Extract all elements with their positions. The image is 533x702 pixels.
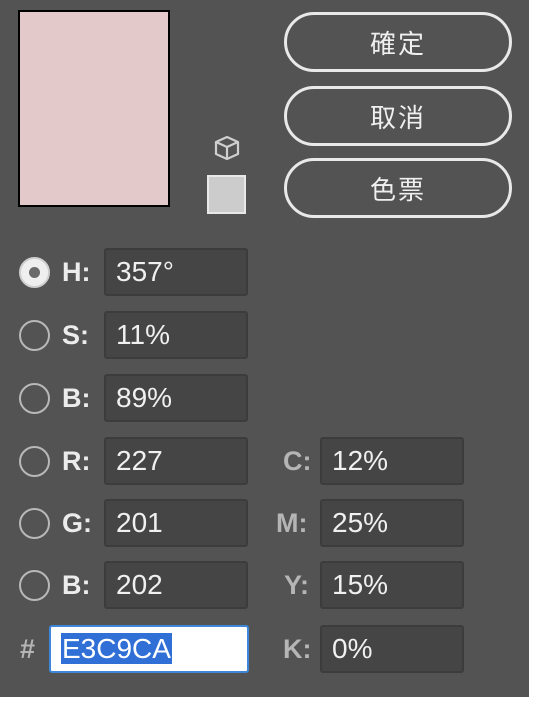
cyan-label: C:	[283, 446, 312, 476]
hue-label: H:	[62, 257, 91, 287]
yellow-input[interactable]: 15%	[320, 561, 464, 609]
cyan-input[interactable]: 12%	[320, 437, 464, 485]
cancel-button[interactable]: 取消	[284, 86, 512, 146]
magenta-label: M:	[276, 508, 308, 538]
ok-button[interactable]: 確定	[284, 12, 512, 72]
current-color-swatch	[18, 10, 170, 207]
yellow-label: Y:	[284, 570, 309, 600]
black-input[interactable]: 0%	[320, 625, 464, 673]
red-radio[interactable]	[19, 446, 50, 477]
red-label: R:	[62, 446, 91, 476]
saturation-label: S:	[62, 320, 89, 350]
color-picker-panel: 確定 取消 色票 H: 357° S: 11% B: 89% R: 227 G:…	[0, 0, 529, 697]
brightness-input[interactable]: 89%	[104, 374, 248, 422]
green-label: G:	[62, 508, 92, 538]
blue-input[interactable]: 202	[104, 561, 248, 609]
hue-radio[interactable]	[19, 257, 50, 288]
brightness-label: B:	[62, 383, 91, 413]
red-input[interactable]: 227	[104, 437, 248, 485]
hex-label: #	[20, 634, 36, 664]
saturation-radio[interactable]	[19, 320, 50, 351]
saturation-input[interactable]: 11%	[104, 311, 248, 359]
hex-input[interactable]: E3C9CA	[49, 625, 249, 673]
hex-value-selected: E3C9CA	[61, 633, 172, 664]
brightness-radio[interactable]	[19, 383, 50, 414]
black-label: K:	[283, 634, 312, 664]
web-safe-color-swatch[interactable]	[207, 175, 246, 214]
green-input[interactable]: 201	[104, 499, 248, 547]
hue-input[interactable]: 357°	[104, 248, 248, 296]
cube-icon[interactable]	[212, 133, 242, 163]
magenta-input[interactable]: 25%	[320, 499, 464, 547]
blue-radio[interactable]	[19, 570, 50, 601]
blue-label: B:	[62, 570, 91, 600]
color-libraries-button[interactable]: 色票	[284, 158, 512, 218]
green-radio[interactable]	[19, 508, 50, 539]
